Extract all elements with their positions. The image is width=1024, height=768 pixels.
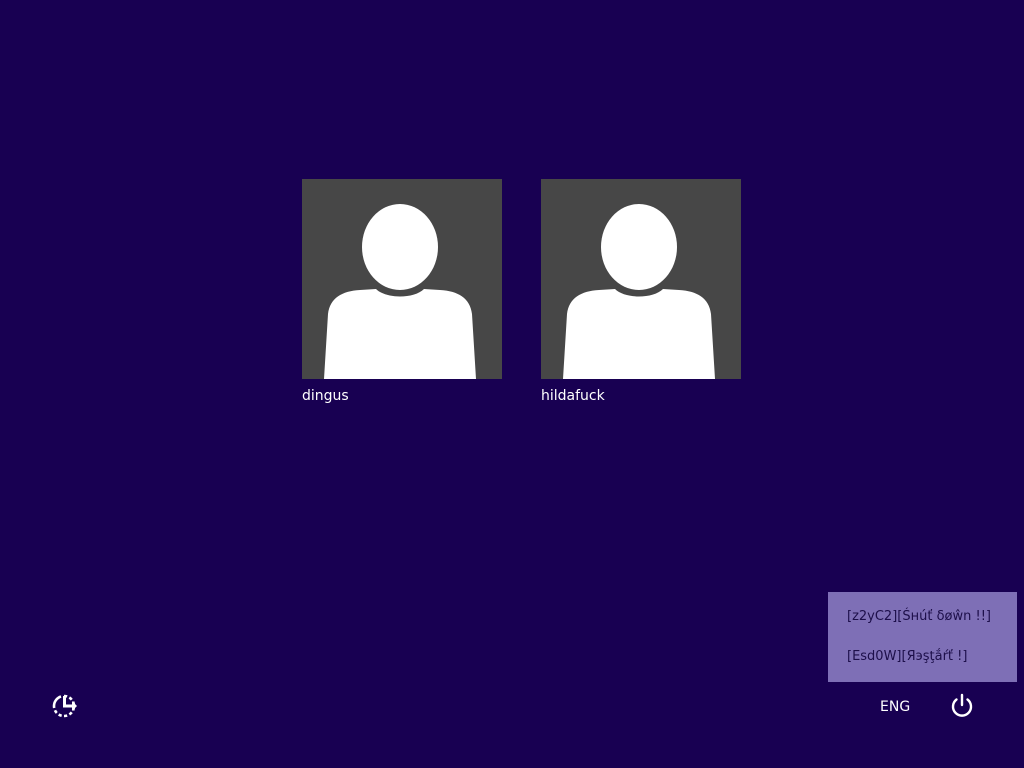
user-silhouette-icon [324,204,476,379]
user-tile-hildafuck[interactable]: hildafuck [541,179,741,405]
user-avatar [541,179,741,379]
power-button[interactable] [946,690,978,722]
power-menu: [z2yC2][Śнúť δøŵn !!] [Esd0W][Яэşţắŕť !] [828,592,1017,682]
user-name: hildafuck [541,388,605,404]
power-icon [951,693,973,717]
user-avatar [302,179,502,379]
shut-down-menu-item[interactable]: [z2yC2][Śнúť δøŵn !!] [828,605,1017,645]
ease-of-access-button[interactable] [48,690,80,722]
user-silhouette-icon [563,204,715,379]
restart-menu-item[interactable]: [Esd0W][Яэşţắŕť !] [828,645,1017,685]
user-name: dingus [302,388,349,404]
ease-of-access-icon [52,694,77,718]
language-indicator[interactable]: ENG [880,698,910,716]
lock-screen: dingus hildafuck [z2yC2][Śнúť δøŵn !!] [… [0,0,1024,768]
user-tile-dingus[interactable]: dingus [302,179,502,405]
